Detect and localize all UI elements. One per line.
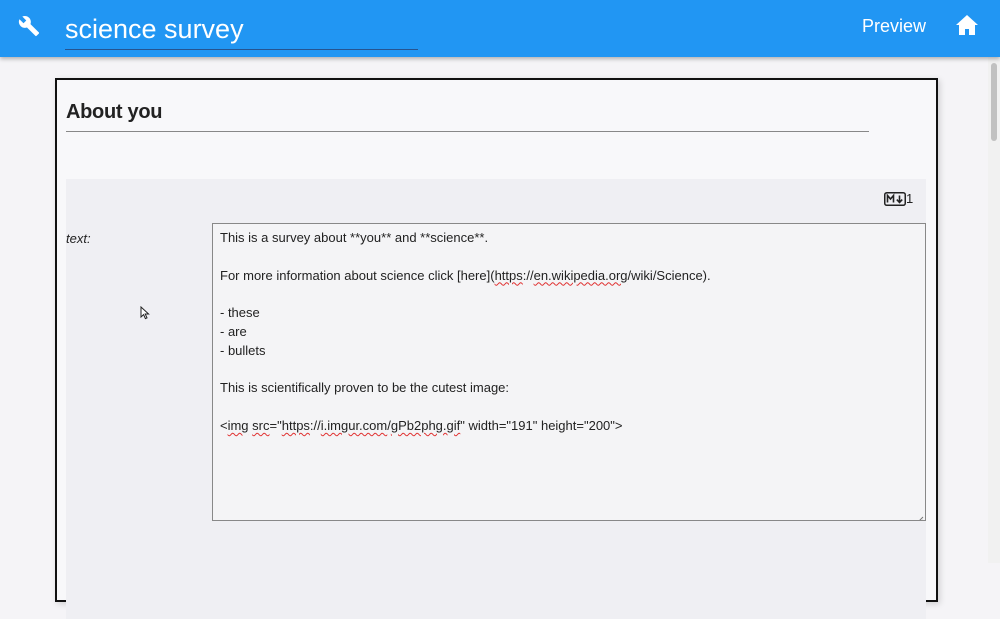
markdown-count: 1 (906, 191, 914, 206)
text-segment: /wiki/Science). (627, 267, 711, 283)
textarea-line: <img src="https://i.imgur.com/gPb2phg.gi… (220, 417, 918, 436)
textarea-line (220, 285, 918, 304)
text-segment: https (494, 267, 523, 283)
text-segment: https (281, 417, 310, 433)
resize-handle-icon[interactable] (916, 511, 924, 520)
textarea-line: - these (220, 305, 260, 321)
text-segment: :// (522, 267, 534, 283)
page-scrollbar[interactable] (988, 57, 1000, 563)
section-card: About you 1 text: This is a survey about… (55, 78, 938, 619)
textarea-line: - bullets (220, 342, 266, 358)
field-label: text: (66, 231, 91, 246)
textarea-line: This is scientifically proven to be the … (220, 380, 510, 396)
textarea-line: - are (220, 323, 247, 339)
text-segment: For more information about science click… (220, 267, 495, 283)
home-icon[interactable] (955, 14, 981, 38)
markdown-textarea[interactable]: This is a survey about **you** and **sci… (212, 223, 926, 521)
preview-button[interactable]: Preview (854, 8, 934, 44)
textarea-line: For more information about science click… (220, 267, 918, 286)
survey-title-input[interactable] (65, 9, 418, 50)
markdown-icon (884, 192, 906, 206)
text-segment: en.wikipedia.org (533, 267, 628, 283)
scrollbar-thumb[interactable] (991, 63, 997, 141)
text-segment: src (252, 417, 270, 433)
text-segment: =" (269, 417, 282, 433)
text-segment: < (220, 417, 228, 433)
text-segment: " width="191" height="200"> (460, 417, 623, 433)
textarea-line (220, 398, 918, 417)
app-bar: Preview (0, 0, 1000, 57)
mouse-pointer-icon (140, 305, 150, 320)
text-field-panel: 1 text: This is a survey about **you** a… (66, 179, 926, 619)
section-title[interactable]: About you (66, 101, 869, 132)
text-segment: gPb2phg.gif (390, 417, 461, 433)
text-segment: :// (309, 417, 321, 433)
wrench-icon[interactable] (18, 15, 40, 37)
textarea-line (220, 361, 918, 380)
textarea-line: This is a survey about **you** and **sci… (220, 230, 489, 245)
text-segment: img (227, 417, 249, 433)
textarea-line (220, 248, 918, 267)
text-segment: i.imgur.com (320, 417, 388, 433)
